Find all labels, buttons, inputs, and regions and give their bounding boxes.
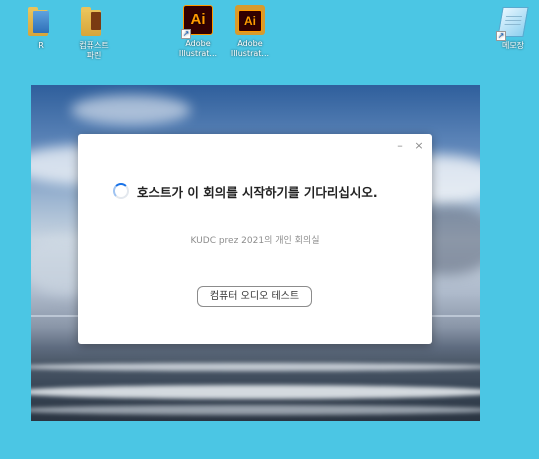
meeting-room-name: KUDC prez 2021의 개인 회의실 [190,236,320,246]
desktop-icon-illustrator-2[interactable]: Ai Adobe Illustrat... [224,3,276,59]
minimize-button[interactable]: – [393,139,407,153]
desktop-icon-r[interactable]: R [15,5,67,51]
close-button[interactable]: × [412,139,426,153]
shortcut-arrow-icon: ↗ [181,29,191,39]
desktop-icon-illustrator-1[interactable]: Ai ↗ Adobe Illustrat... [172,3,224,59]
folder-icon [24,5,58,39]
loading-spinner-icon [113,183,129,199]
waiting-for-host-dialog: – × 호스트가 이 회의를 시작하기를 기다리십시오. KUDC prez 2… [78,134,432,344]
desktop-icon-label: Adobe Illustrat... [178,39,218,58]
desktop-icon-label: 컴퓨스트 파린 [79,41,109,60]
desktop-icon-label: Adobe Illustrat... [230,39,270,58]
adobe-illustrator-folder-icon: Ai [233,3,267,37]
desktop-icon-folder[interactable]: 컴퓨스트 파린 [68,5,120,61]
adobe-illustrator-icon: Ai ↗ [181,3,215,39]
notepad-icon: ↗ [496,5,530,41]
waiting-message: 호스트가 이 회의를 시작하기를 기다리십시오. [137,185,378,200]
desktop-icon-notepad[interactable]: ↗ 메모장 [487,5,539,51]
folder-icon [77,5,111,39]
shortcut-arrow-icon: ↗ [496,31,506,41]
test-computer-audio-button[interactable]: 컴퓨터 오디오 테스트 [197,286,312,307]
desktop-icon-label: R [38,41,44,50]
desktop-icon-label: 메모장 [501,41,525,50]
